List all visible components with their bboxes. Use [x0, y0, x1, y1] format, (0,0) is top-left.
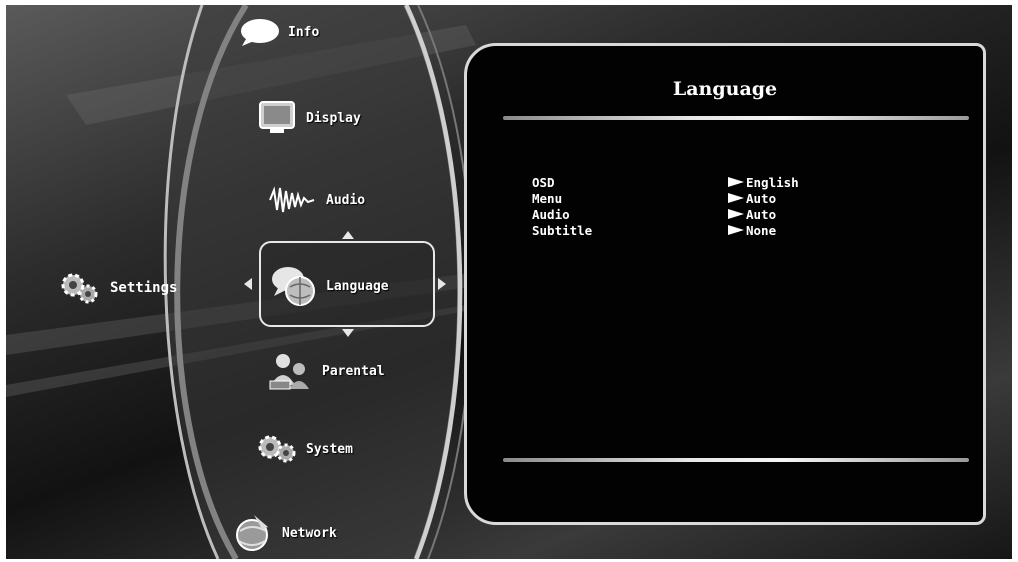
monitor-icon — [259, 101, 295, 133]
arrow-right-icon — [728, 177, 744, 187]
up-arrow-icon[interactable] — [342, 231, 354, 239]
menu-item-label: Parental — [322, 363, 385, 379]
menu-item-label: Language — [326, 278, 389, 294]
gears-icon — [58, 270, 102, 306]
setting-label: Menu — [532, 190, 563, 206]
language-settings-list: OSD English Menu Auto Audio Auto Subtitl… — [532, 174, 952, 238]
left-arrow-icon[interactable] — [244, 278, 252, 290]
setting-value: English — [746, 174, 799, 190]
sound-wave-icon — [269, 186, 315, 213]
setting-value-group: None — [728, 223, 776, 238]
setting-row-audio[interactable]: Audio Auto — [532, 206, 952, 222]
setting-value: Auto — [746, 190, 777, 206]
menu-item-system[interactable]: System — [256, 431, 353, 467]
arrow-right-icon — [728, 225, 744, 235]
language-bubbles-icon — [272, 267, 315, 306]
down-arrow-icon[interactable] — [342, 329, 354, 337]
gears-icon — [258, 435, 296, 463]
users-lock-icon — [269, 354, 309, 390]
menu-item-label: System — [306, 441, 353, 457]
tv-screen: Settings Info Display Audio Language Par… — [6, 5, 1012, 559]
setting-row-menu[interactable]: Menu Auto — [532, 190, 952, 206]
setting-value-group: English — [728, 175, 799, 190]
speech-bubble-icon — [241, 19, 279, 46]
menu-item-language[interactable]: Language — [268, 263, 389, 309]
menu-item-label: Audio — [326, 192, 366, 208]
menu-item-network[interactable]: Network — [232, 513, 337, 553]
menu-item-label: Network — [282, 525, 337, 541]
setting-row-subtitle[interactable]: Subtitle None — [532, 222, 952, 238]
right-arrow-icon[interactable] — [438, 278, 446, 290]
setting-value: None — [746, 222, 777, 238]
setting-value-group: Auto — [728, 207, 776, 222]
setting-label: OSD — [532, 174, 555, 190]
panel-title: Language — [672, 78, 778, 100]
menu-item-label: Display — [306, 110, 361, 126]
menu-item-label: Info — [288, 24, 320, 40]
top-divider — [503, 116, 969, 120]
setting-label: Subtitle — [532, 222, 593, 238]
setting-value: Auto — [746, 206, 777, 222]
arrow-right-icon — [728, 193, 744, 203]
language-panel: Language OSD English Menu Auto Audio Aut… — [464, 43, 986, 525]
setting-row-osd[interactable]: OSD English — [532, 174, 952, 190]
menu-item-info[interactable]: Info — [238, 17, 319, 47]
settings-label: Settings — [110, 280, 178, 296]
arrow-right-icon — [728, 209, 744, 219]
settings-label-group: Settings — [58, 270, 177, 306]
bottom-divider — [503, 458, 969, 462]
setting-value-group: Auto — [728, 191, 776, 206]
menu-item-audio[interactable]: Audio — [268, 185, 365, 215]
setting-label: Audio — [532, 206, 570, 222]
globe-icon — [236, 515, 268, 551]
menu-item-parental[interactable]: Parental — [268, 351, 385, 391]
menu-item-display[interactable]: Display — [256, 100, 361, 136]
